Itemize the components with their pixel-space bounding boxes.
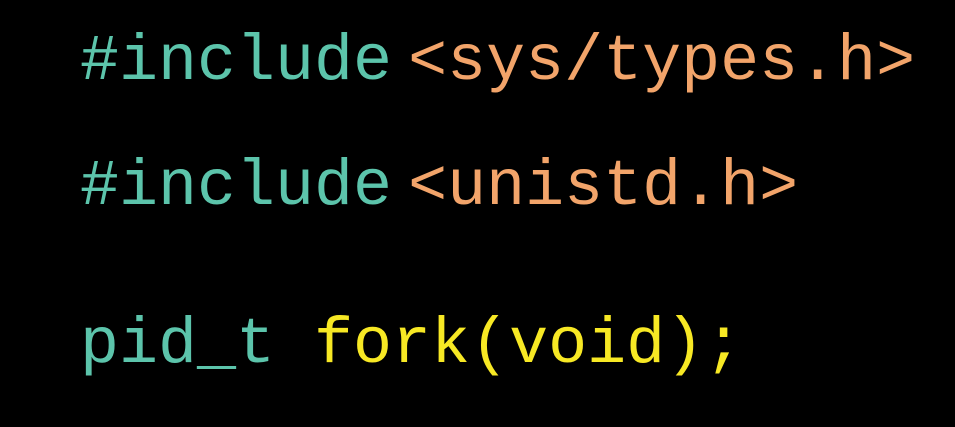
- preprocessor-directive: #include: [80, 25, 393, 99]
- code-line-include-sys-types: #include <sys/types.h>: [80, 30, 915, 95]
- return-type: pid_t: [80, 308, 315, 382]
- function-signature: fork(void);: [314, 308, 744, 382]
- header-name: <unistd.h>: [408, 150, 799, 224]
- code-line-fork-declaration: pid_t fork(void);: [80, 313, 743, 378]
- preprocessor-directive: #include: [80, 150, 393, 224]
- code-line-include-unistd: #include <unistd.h>: [80, 155, 798, 220]
- header-name: <sys/types.h>: [408, 25, 916, 99]
